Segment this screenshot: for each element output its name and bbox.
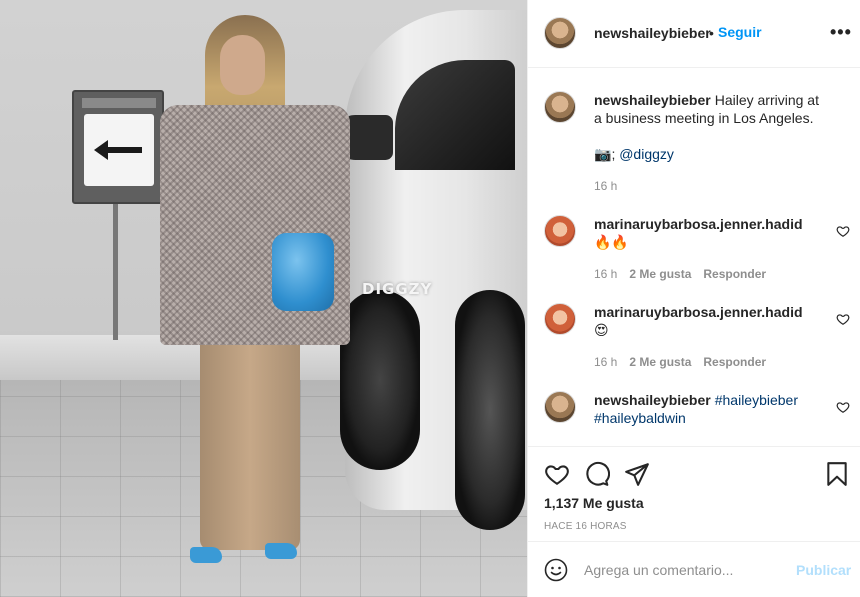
caption-body: newshaileybieber Hailey arriving at a bus…	[594, 91, 824, 164]
caption-username[interactable]: newshaileybieber	[594, 92, 711, 108]
hashtag-link[interactable]: #haileybaldwin	[594, 410, 686, 426]
comment-item: newshaileybieber #haileybieber #haileybal…	[544, 391, 850, 441]
photo-blue-clutch	[272, 233, 334, 311]
comment-input[interactable]	[584, 558, 784, 582]
commenter-username[interactable]: marinaruybarbosa.jenner.hadid	[594, 216, 803, 232]
hashtag-link[interactable]: #haileybieber	[715, 392, 798, 408]
photo-sign-panel	[84, 114, 154, 186]
comment-text: 🔥🔥	[594, 235, 629, 251]
follow-button[interactable]: Seguir	[718, 24, 762, 40]
comment-likes[interactable]: 2 Me gusta	[629, 267, 691, 281]
camera-icon: 📷	[594, 147, 612, 163]
photo-sign-post	[113, 200, 118, 340]
comment-text: 😍	[594, 323, 609, 339]
caption-time[interactable]: 16 h	[594, 179, 617, 193]
comment-reply-button[interactable]: Responder	[703, 267, 766, 281]
more-options-icon[interactable]: •••	[830, 22, 852, 43]
heart-icon[interactable]	[544, 461, 570, 487]
photo-face	[220, 35, 265, 95]
commenter-username[interactable]: marinaruybarbosa.jenner.hadid	[594, 304, 803, 320]
publish-button[interactable]: Publicar	[796, 562, 851, 578]
add-comment-bar: Publicar	[528, 541, 860, 597]
comment-body: marinaruybarbosa.jenner.hadid 😍	[594, 303, 824, 340]
post-header: newshaileybieber • Seguir •••	[528, 0, 860, 68]
caption-credit-mention[interactable]: @diggzy	[619, 146, 674, 162]
commenter-avatar[interactable]	[544, 215, 576, 247]
post-time-ago[interactable]: HACE 16 HORAS	[544, 521, 627, 532]
comment-likes[interactable]: 2 Me gusta	[629, 355, 691, 369]
comment-meta: 16 h 2 Me gusta Responder	[594, 267, 778, 281]
comment-like-heart-icon[interactable]	[836, 312, 850, 326]
header-separator: •	[709, 25, 714, 41]
comment-icon[interactable]	[584, 461, 610, 487]
caption-meta: 16 h	[594, 179, 629, 193]
photo-pants	[200, 335, 300, 550]
caption-avatar[interactable]	[544, 91, 576, 123]
caption-credit-separator: ;	[611, 146, 616, 162]
comment-time[interactable]: 16 h	[594, 355, 617, 369]
emoji-icon[interactable]	[544, 558, 568, 582]
caption: newshaileybieber Hailey arriving at a bus…	[544, 91, 844, 193]
photo-shoe-right	[265, 543, 297, 559]
comment-item: marinaruybarbosa.jenner.hadid 😍 16 h 2 Me…	[544, 303, 850, 383]
photo-shoe-left	[190, 547, 222, 563]
post-actions: 1,137 Me gusta HACE 16 HORAS	[528, 446, 860, 541]
comment-body: marinaruybarbosa.jenner.hadid 🔥🔥	[594, 215, 824, 252]
post-side-panel: newshaileybieber • Seguir ••• newshailey…	[527, 0, 860, 597]
likes-count[interactable]: 1,137 Me gusta	[544, 495, 644, 511]
photo-woman	[160, 15, 360, 575]
photo-watermark: DIGGZY	[362, 280, 433, 298]
photo-car-wheel-rear	[455, 290, 525, 530]
share-icon[interactable]	[624, 461, 650, 487]
post-photo[interactable]: DIGGZY	[0, 0, 527, 597]
author-username[interactable]: newshaileybieber	[594, 25, 711, 41]
comment-like-heart-icon[interactable]	[836, 400, 850, 414]
photo-direction-sign	[72, 90, 164, 204]
commenter-avatar[interactable]	[544, 391, 576, 423]
comment-time[interactable]: 16 h	[594, 267, 617, 281]
commenter-avatar[interactable]	[544, 303, 576, 335]
comment-reply-button[interactable]: Responder	[703, 355, 766, 369]
photo-sign-arrow-icon	[94, 140, 144, 160]
comment-meta: 16 h 2 Me gusta Responder	[594, 355, 778, 369]
author-avatar[interactable]	[544, 17, 576, 49]
comment-like-heart-icon[interactable]	[836, 224, 850, 238]
comments-list[interactable]: newshaileybieber Hailey arriving at a bus…	[528, 69, 860, 446]
comment-body: newshaileybieber #haileybieber #haileybal…	[594, 391, 824, 427]
photo-sign-header	[82, 98, 156, 108]
commenter-username[interactable]: newshaileybieber	[594, 392, 711, 408]
bookmark-icon[interactable]	[824, 461, 850, 487]
comment-item: marinaruybarbosa.jenner.hadid 🔥🔥 16 h 2 M…	[544, 215, 850, 295]
